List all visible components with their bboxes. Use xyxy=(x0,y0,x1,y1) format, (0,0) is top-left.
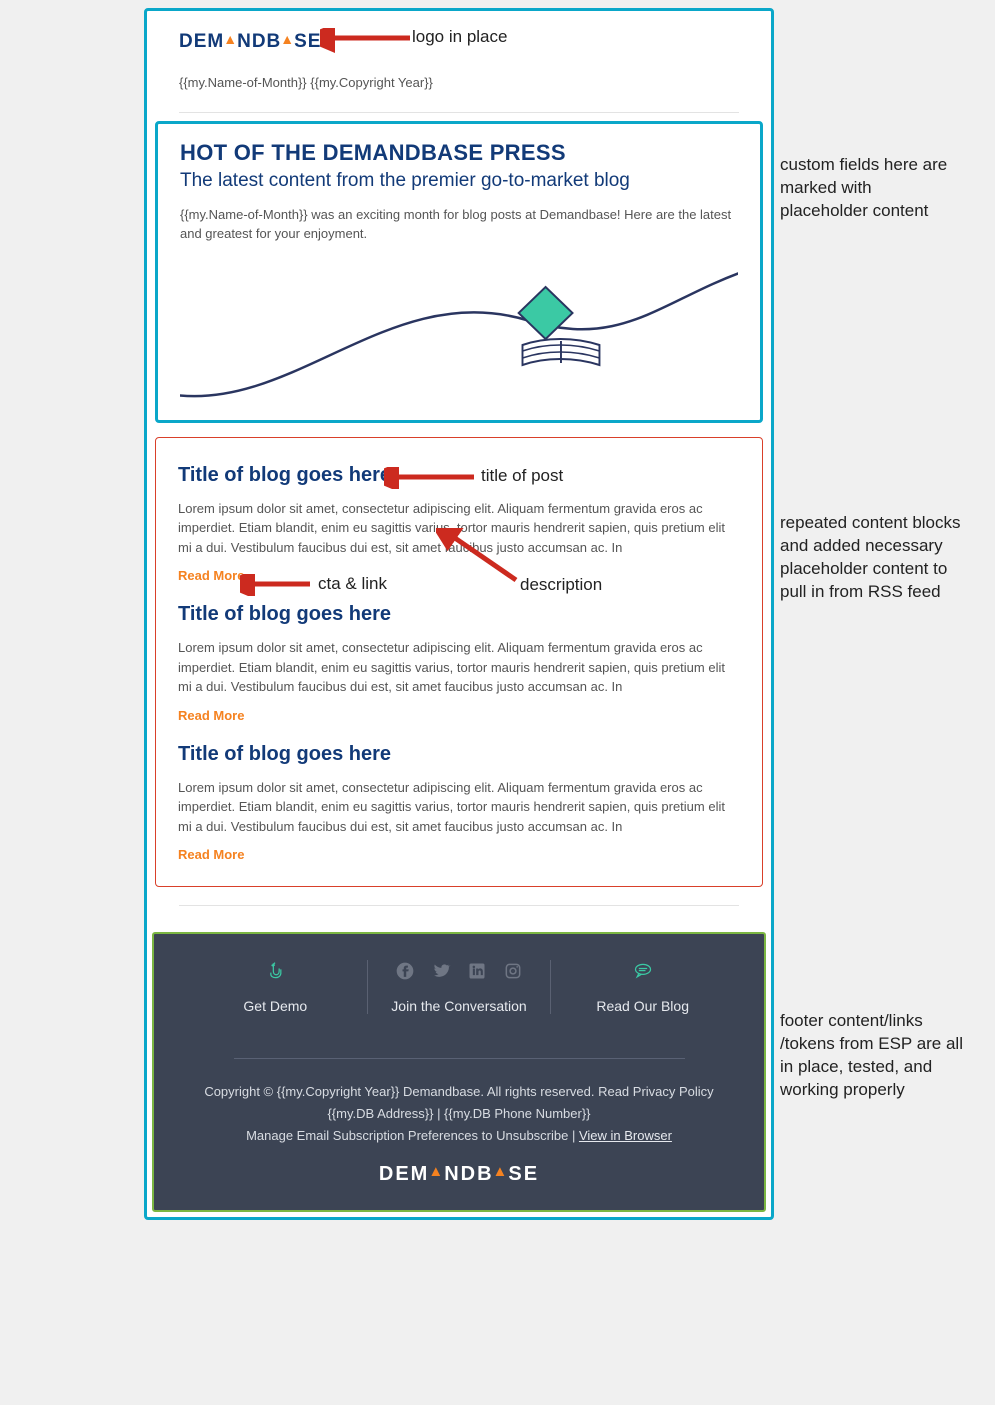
annotation-repeated: repeated content blocks and added necess… xyxy=(780,512,970,604)
logo-footer: DEM▲NDB▲SE xyxy=(379,1163,539,1186)
footer-col-demo[interactable]: Get Demo xyxy=(184,960,367,1014)
facebook-icon[interactable] xyxy=(395,961,415,981)
email-footer: Get Demo Join the Conversation xyxy=(152,932,766,1212)
hero-block: HOT OF THE DEMANDBASE PRESS The latest c… xyxy=(155,121,763,423)
manage-line: Manage Email Subscription Preferences to… xyxy=(184,1125,734,1147)
hero-title: HOT OF THE DEMANDBASE PRESS xyxy=(180,140,738,166)
post-block: Title of blog goes here Lorem ipsum dolo… xyxy=(178,450,740,590)
read-more-link[interactable]: Read More xyxy=(178,708,244,723)
divider xyxy=(179,112,739,113)
footer-label: Join the Conversation xyxy=(391,998,526,1014)
post-block: Title of blog goes here Lorem ipsum dolo… xyxy=(178,589,740,729)
pointer-icon xyxy=(265,961,285,981)
divider xyxy=(234,1058,685,1059)
instagram-icon[interactable] xyxy=(503,961,523,981)
annotation-custom-fields: custom fields here are marked with place… xyxy=(780,154,950,223)
post-title: Title of blog goes here xyxy=(178,603,740,626)
email-template-frame: DEM▲NDB▲SE {{my.Name-of-Month}} {{my.Cop… xyxy=(144,8,774,1220)
post-description: Lorem ipsum dolor sit amet, consectetur … xyxy=(178,638,740,697)
view-browser-link[interactable]: View in Browser xyxy=(579,1128,672,1143)
read-more-link[interactable]: Read More xyxy=(178,568,244,583)
footer-col-blog[interactable]: Read Our Blog xyxy=(551,960,734,1014)
logo-header: DEM▲NDB▲SE xyxy=(179,31,321,53)
post-block: Title of blog goes here Lorem ipsum dolo… xyxy=(178,729,740,869)
divider xyxy=(179,905,739,906)
hero-body: {{my.Name-of-Month}} was an exciting mon… xyxy=(180,206,738,244)
annotation-footer: footer content/links /tokens from ESP ar… xyxy=(780,1010,970,1102)
posts-container: Title of blog goes here Lorem ipsum dolo… xyxy=(155,437,763,888)
linkedin-icon[interactable] xyxy=(467,961,487,981)
post-title: Title of blog goes here xyxy=(178,464,740,487)
copyright-line: Copyright © {{my.Copyright Year}} Demand… xyxy=(184,1081,734,1103)
read-more-link[interactable]: Read More xyxy=(178,847,244,862)
address-line: {{my.DB Address}} | {{my.DB Phone Number… xyxy=(184,1103,734,1125)
hero-illustration xyxy=(180,250,738,420)
post-description: Lorem ipsum dolor sit amet, consectetur … xyxy=(178,778,740,837)
post-description: Lorem ipsum dolor sit amet, consectetur … xyxy=(178,499,740,558)
post-title: Title of blog goes here xyxy=(178,743,740,766)
footer-col-social: Join the Conversation xyxy=(368,960,551,1014)
month-year-line: {{my.Name-of-Month}} {{my.Copyright Year… xyxy=(179,75,739,90)
chat-icon xyxy=(633,961,653,981)
twitter-icon[interactable] xyxy=(431,961,451,981)
footer-label: Read Our Blog xyxy=(596,998,689,1014)
footer-label: Get Demo xyxy=(243,998,307,1014)
hero-subtitle: The latest content from the premier go-t… xyxy=(180,170,738,192)
